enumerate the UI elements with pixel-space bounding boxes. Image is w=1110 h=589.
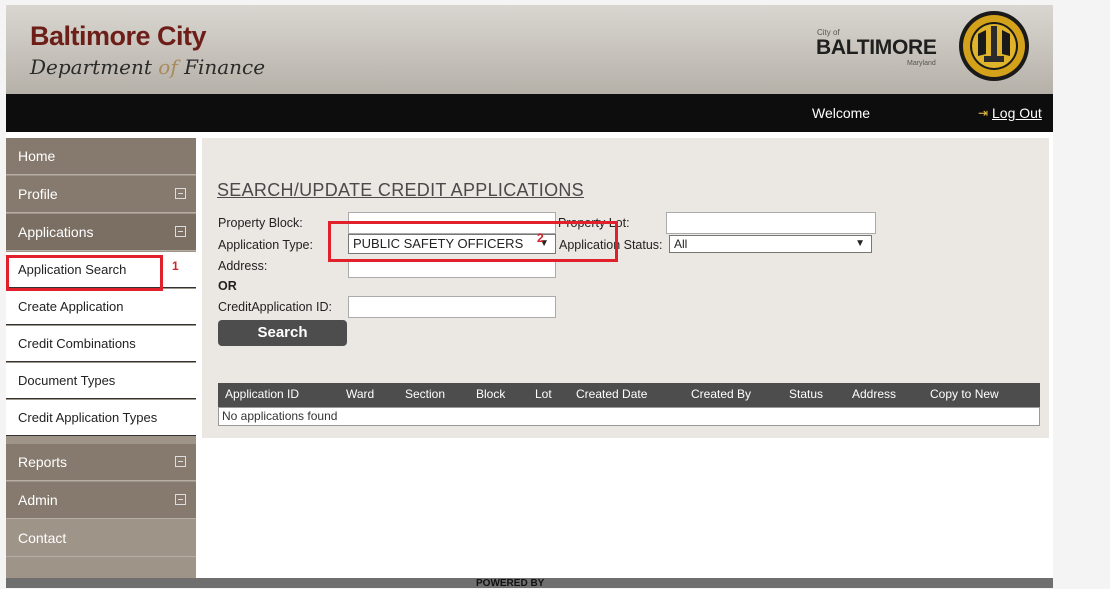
property-block-label: Property Block: [218, 216, 303, 230]
column-header[interactable]: Created By [691, 387, 751, 401]
expand-icon[interactable] [175, 188, 186, 199]
credit-application-id-label: CreditApplication ID: [218, 300, 332, 314]
or-label: OR [218, 279, 237, 293]
credit-application-id-input[interactable] [348, 296, 556, 318]
annotation-marker-1: 1 [172, 259, 179, 273]
column-header[interactable]: Copy to New [930, 387, 999, 401]
brand-dept-post: Finance [177, 55, 266, 79]
sidebar-item-admin[interactable]: Admin [6, 482, 196, 519]
results-table-header: Application ID Ward Section Block Lot Cr… [218, 383, 1040, 407]
results-empty-row: No applications found [218, 407, 1040, 426]
sidebar-subitem-credit-application-types[interactable]: Credit Application Types [6, 400, 196, 436]
sidebar-item-profile[interactable]: Profile [6, 176, 196, 213]
page-title: SEARCH/UPDATE CREDIT APPLICATIONS [217, 180, 584, 200]
brand-dept-pre: Department [30, 55, 159, 79]
column-header[interactable]: Ward [346, 387, 374, 401]
sidebar-item-label: Profile [18, 186, 58, 202]
expand-icon[interactable] [175, 494, 186, 505]
footer-powered-by: POWERED BY [476, 578, 545, 589]
welcome-text: Welcome [812, 105, 871, 121]
city-state-label: Maryland [907, 60, 936, 67]
sidebar-item-label: Credit Application Types [18, 410, 158, 425]
sidebar-item-label: Admin [18, 492, 58, 508]
address-input[interactable] [348, 260, 556, 278]
sidebar-item-home[interactable]: Home [6, 138, 196, 175]
column-header[interactable]: Section [405, 387, 445, 401]
logout-link[interactable]: Log Out [992, 105, 1042, 121]
baltimore-city-seal-icon [959, 11, 1029, 81]
column-header[interactable]: Created Date [576, 387, 647, 401]
annotation-box-1 [6, 255, 163, 291]
brand-dept-of: of [158, 55, 178, 79]
sidebar-item-label: Credit Combinations [18, 336, 136, 351]
sidebar-item-contact[interactable]: Contact [6, 520, 196, 557]
collapse-icon[interactable] [175, 226, 186, 237]
sidebar-item-reports[interactable]: Reports [6, 444, 196, 481]
sidebar-item-label: Applications [18, 224, 94, 240]
column-header[interactable]: Address [852, 387, 896, 401]
logout-icon: ⇥ [978, 106, 989, 120]
column-header[interactable]: Lot [535, 387, 552, 401]
annotation-box-2 [328, 221, 618, 262]
brand-department: Department of Finance [30, 55, 265, 79]
sidebar-item-label: Document Types [18, 373, 116, 388]
top-nav-bar: Welcome ⇥ Log Out [6, 94, 1053, 132]
browser-content: Baltimore City Department of Finance Cit… [6, 5, 1053, 588]
application-status-select[interactable]: All ▼ [669, 235, 872, 253]
expand-icon[interactable] [175, 456, 186, 467]
city-name-logo: BALTIMORE [816, 36, 937, 59]
application-type-label: Application Type: [218, 238, 313, 252]
search-button[interactable]: Search [218, 320, 347, 346]
column-header[interactable]: Status [789, 387, 823, 401]
brand-name: Baltimore City [30, 21, 207, 51]
column-header[interactable]: Application ID [225, 387, 299, 401]
sidebar-subitem-create-application[interactable]: Create Application [6, 289, 196, 325]
sidebar-item-label: Reports [18, 454, 68, 470]
sidebar-item-label: Contact [18, 530, 67, 546]
application-status-value: All [674, 237, 688, 251]
sidebar-item-label: Create Application [18, 299, 124, 314]
page: Baltimore City Department of Finance Cit… [0, 0, 1110, 589]
dropdown-arrow-icon: ▼ [855, 238, 865, 249]
sidebar-subitem-document-types[interactable]: Document Types [6, 363, 196, 399]
column-header[interactable]: Block [476, 387, 505, 401]
address-label: Address: [218, 259, 268, 273]
sidebar-item-applications[interactable]: Applications [6, 214, 196, 251]
sidebar: Home Profile Applications Application Se… [6, 138, 196, 578]
main-panel: SEARCH/UPDATE CREDIT APPLICATIONS Proper… [202, 138, 1049, 438]
site-header: Baltimore City Department of Finance Cit… [6, 5, 1053, 94]
property-lot-input[interactable] [666, 212, 876, 234]
sidebar-item-label: Home [18, 148, 56, 164]
sidebar-subitem-credit-combinations[interactable]: Credit Combinations [6, 326, 196, 362]
annotation-marker-2: 2 [537, 231, 544, 245]
